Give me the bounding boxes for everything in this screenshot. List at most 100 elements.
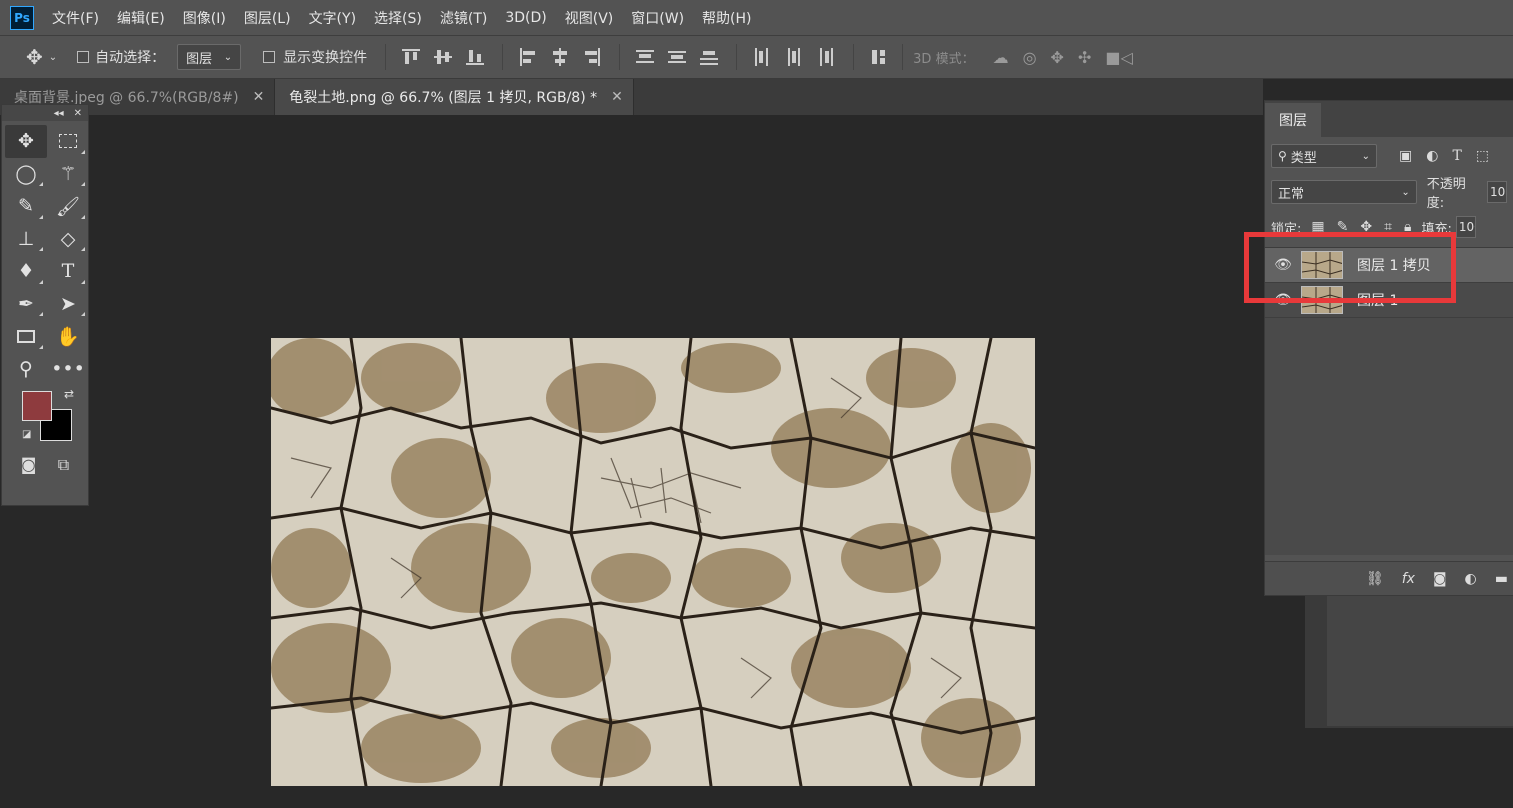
- filter-adjustment-icon[interactable]: ◐: [1426, 148, 1438, 164]
- close-icon[interactable]: ✕: [611, 89, 623, 105]
- rectangle-tool-icon[interactable]: [5, 320, 47, 353]
- show-transform-checkbox[interactable]: [263, 51, 276, 63]
- filter-shape-icon[interactable]: ⬚: [1476, 148, 1489, 164]
- search-icon: ⚲: [1278, 149, 1287, 163]
- hand-tool-icon[interactable]: ✋: [47, 320, 89, 353]
- link-layers-icon[interactable]: ⛓: [1366, 571, 1384, 587]
- chevron-down-icon: ⌄: [1361, 150, 1370, 162]
- divider: [619, 44, 621, 70]
- divider: [502, 44, 504, 70]
- type-tool-icon[interactable]: T: [47, 255, 89, 288]
- eraser-tool-icon[interactable]: ◇: [47, 223, 89, 256]
- move-tool-preset-icon[interactable]: ✥: [26, 45, 43, 69]
- align-hcenter-icon[interactable]: [551, 48, 569, 66]
- distribute-right-icon[interactable]: [817, 48, 835, 66]
- tab-layers[interactable]: 图层: [1265, 103, 1321, 137]
- add-mask-icon[interactable]: ◙: [1433, 571, 1447, 587]
- path-selection-tool-icon[interactable]: ➤: [47, 288, 89, 321]
- menu-filter[interactable]: 滤镜(T): [440, 8, 487, 28]
- more-tools-icon[interactable]: •••: [47, 353, 89, 386]
- layer-filter-row: ⚲ 类型 ⌄ ▣ ◐ T ⬚: [1265, 137, 1513, 175]
- brush-tool-icon[interactable]: 🖌: [47, 190, 89, 223]
- canvas-image[interactable]: [271, 338, 1035, 786]
- menu-edit[interactable]: 编辑(E): [117, 8, 165, 28]
- menu-help[interactable]: 帮助(H): [702, 8, 751, 28]
- filter-pixel-icon[interactable]: ▣: [1399, 148, 1412, 164]
- menu-3d[interactable]: 3D(D): [505, 10, 546, 26]
- menu-file[interactable]: 文件(F): [52, 8, 99, 28]
- auto-select-target-dropdown[interactable]: 图层 ⌄: [177, 44, 242, 70]
- layer-filter-value: 类型: [1290, 150, 1317, 166]
- screen-mode-icon[interactable]: ⧉: [58, 455, 69, 475]
- photoshop-logo[interactable]: Ps: [10, 5, 34, 30]
- opacity-input[interactable]: 100%: [1487, 181, 1507, 203]
- close-icon[interactable]: ✕: [253, 89, 265, 105]
- adjustment-layer-icon[interactable]: ◐: [1465, 571, 1477, 587]
- chevron-down-icon[interactable]: ⌄: [49, 52, 57, 63]
- chevron-down-icon: ⌄: [1401, 186, 1410, 198]
- foreground-color-swatch[interactable]: [22, 391, 52, 421]
- slide-3d-icon[interactable]: ✣: [1078, 48, 1091, 67]
- menu-select[interactable]: 选择(S): [374, 8, 422, 28]
- paint-bucket-tool-icon[interactable]: ♦: [5, 255, 47, 288]
- divider: [385, 44, 387, 70]
- orbit-3d-icon[interactable]: ☁: [993, 48, 1009, 67]
- distribute-top-icon[interactable]: [636, 48, 655, 66]
- distribute-h-group: [753, 48, 835, 66]
- menu-image[interactable]: 图像(I): [183, 8, 226, 28]
- magic-wand-tool-icon[interactable]: ⚚: [47, 158, 89, 191]
- move-tool-icon[interactable]: ✥: [5, 125, 47, 158]
- layers-panel: 图层 ⚲ 类型 ⌄ ▣ ◐ T ⬚ 正常 ⌄ 不透明度: 100% 锁定: ▦ …: [1264, 100, 1513, 596]
- align-right-icon[interactable]: [583, 48, 601, 66]
- default-colors-icon[interactable]: ◪: [22, 429, 31, 440]
- menu-view[interactable]: 视图(V): [565, 8, 614, 28]
- menu-layer[interactable]: 图层(L): [244, 8, 291, 28]
- align-left-icon[interactable]: [519, 48, 537, 66]
- swap-colors-icon[interactable]: ⇄: [64, 387, 74, 401]
- pen-tool-icon[interactable]: ✒: [5, 288, 47, 321]
- blend-mode-dropdown[interactable]: 正常 ⌄: [1271, 180, 1417, 204]
- menu-bar: Ps 文件(F) 编辑(E) 图像(I) 图层(L) 文字(Y) 选择(S) 滤…: [0, 0, 1513, 35]
- align-vcenter-icon[interactable]: [434, 48, 453, 66]
- quick-mask-icon[interactable]: ◙: [21, 455, 37, 475]
- lasso-tool-icon[interactable]: ◯: [5, 158, 47, 191]
- panel-dock-background: [1327, 596, 1513, 726]
- marquee-tool-icon[interactable]: [47, 125, 89, 158]
- opacity-label: 不透明度:: [1426, 177, 1466, 211]
- distribute-bottom-icon[interactable]: [700, 48, 719, 66]
- layer-filter-dropdown[interactable]: ⚲ 类型 ⌄: [1271, 144, 1377, 168]
- tab-cracked-earth[interactable]: 龟裂土地.png @ 66.7% (图层 1 拷贝, RGB/8) * ✕: [275, 79, 634, 115]
- menu-window[interactable]: 窗口(W): [631, 8, 684, 28]
- tools-panel-header[interactable]: ◂◂ ✕: [2, 105, 88, 121]
- chevron-down-icon: ⌄: [223, 51, 233, 63]
- stamp-tool-icon[interactable]: ⊥: [5, 223, 47, 256]
- roll-3d-icon[interactable]: ◎: [1023, 48, 1037, 67]
- distribute-hcenter-icon[interactable]: [785, 48, 803, 66]
- auto-select-checkbox[interactable]: [77, 51, 90, 63]
- blend-mode-value: 正常: [1278, 186, 1305, 202]
- fx-icon[interactable]: fx: [1402, 571, 1415, 587]
- align-top-icon[interactable]: [402, 48, 421, 66]
- new-group-icon[interactable]: ▬: [1495, 571, 1508, 587]
- mode-row: ◙ ⧉: [2, 455, 88, 475]
- distribute-left-icon[interactable]: [753, 48, 771, 66]
- align-group: [402, 48, 485, 66]
- camera-3d-icon[interactable]: ■◁: [1105, 48, 1132, 67]
- close-icon[interactable]: ✕: [74, 108, 82, 119]
- align-bottom-icon[interactable]: [466, 48, 485, 66]
- color-swatches: ⇄ ◪: [2, 385, 88, 455]
- divider: [736, 44, 738, 70]
- collapse-icon[interactable]: ◂◂: [54, 108, 64, 119]
- distribute-vcenter-icon[interactable]: [668, 48, 687, 66]
- auto-select-label: 自动选择：: [95, 50, 166, 66]
- menu-type[interactable]: 文字(Y): [309, 8, 356, 28]
- tools-panel: ◂◂ ✕ ✥ ◯ ⚚ ✎ 🖌 ⊥ ◇ ♦ T ✒ ➤ ✋ ⚲ ••• ⇄ ◪ ◙…: [1, 104, 89, 506]
- pan-3d-icon[interactable]: ✥: [1051, 48, 1064, 67]
- filter-type-icon[interactable]: T: [1452, 148, 1461, 164]
- eyedropper-tool-icon[interactable]: ✎: [5, 190, 47, 223]
- zoom-tool-icon[interactable]: ⚲: [5, 353, 47, 386]
- layers-panel-footer: ⛓ fx ◙ ◐ ▬: [1265, 561, 1513, 595]
- fill-input[interactable]: 100%: [1455, 216, 1476, 238]
- cracked-earth-texture: [271, 338, 1035, 786]
- distribute-spacing-icon[interactable]: [870, 48, 888, 66]
